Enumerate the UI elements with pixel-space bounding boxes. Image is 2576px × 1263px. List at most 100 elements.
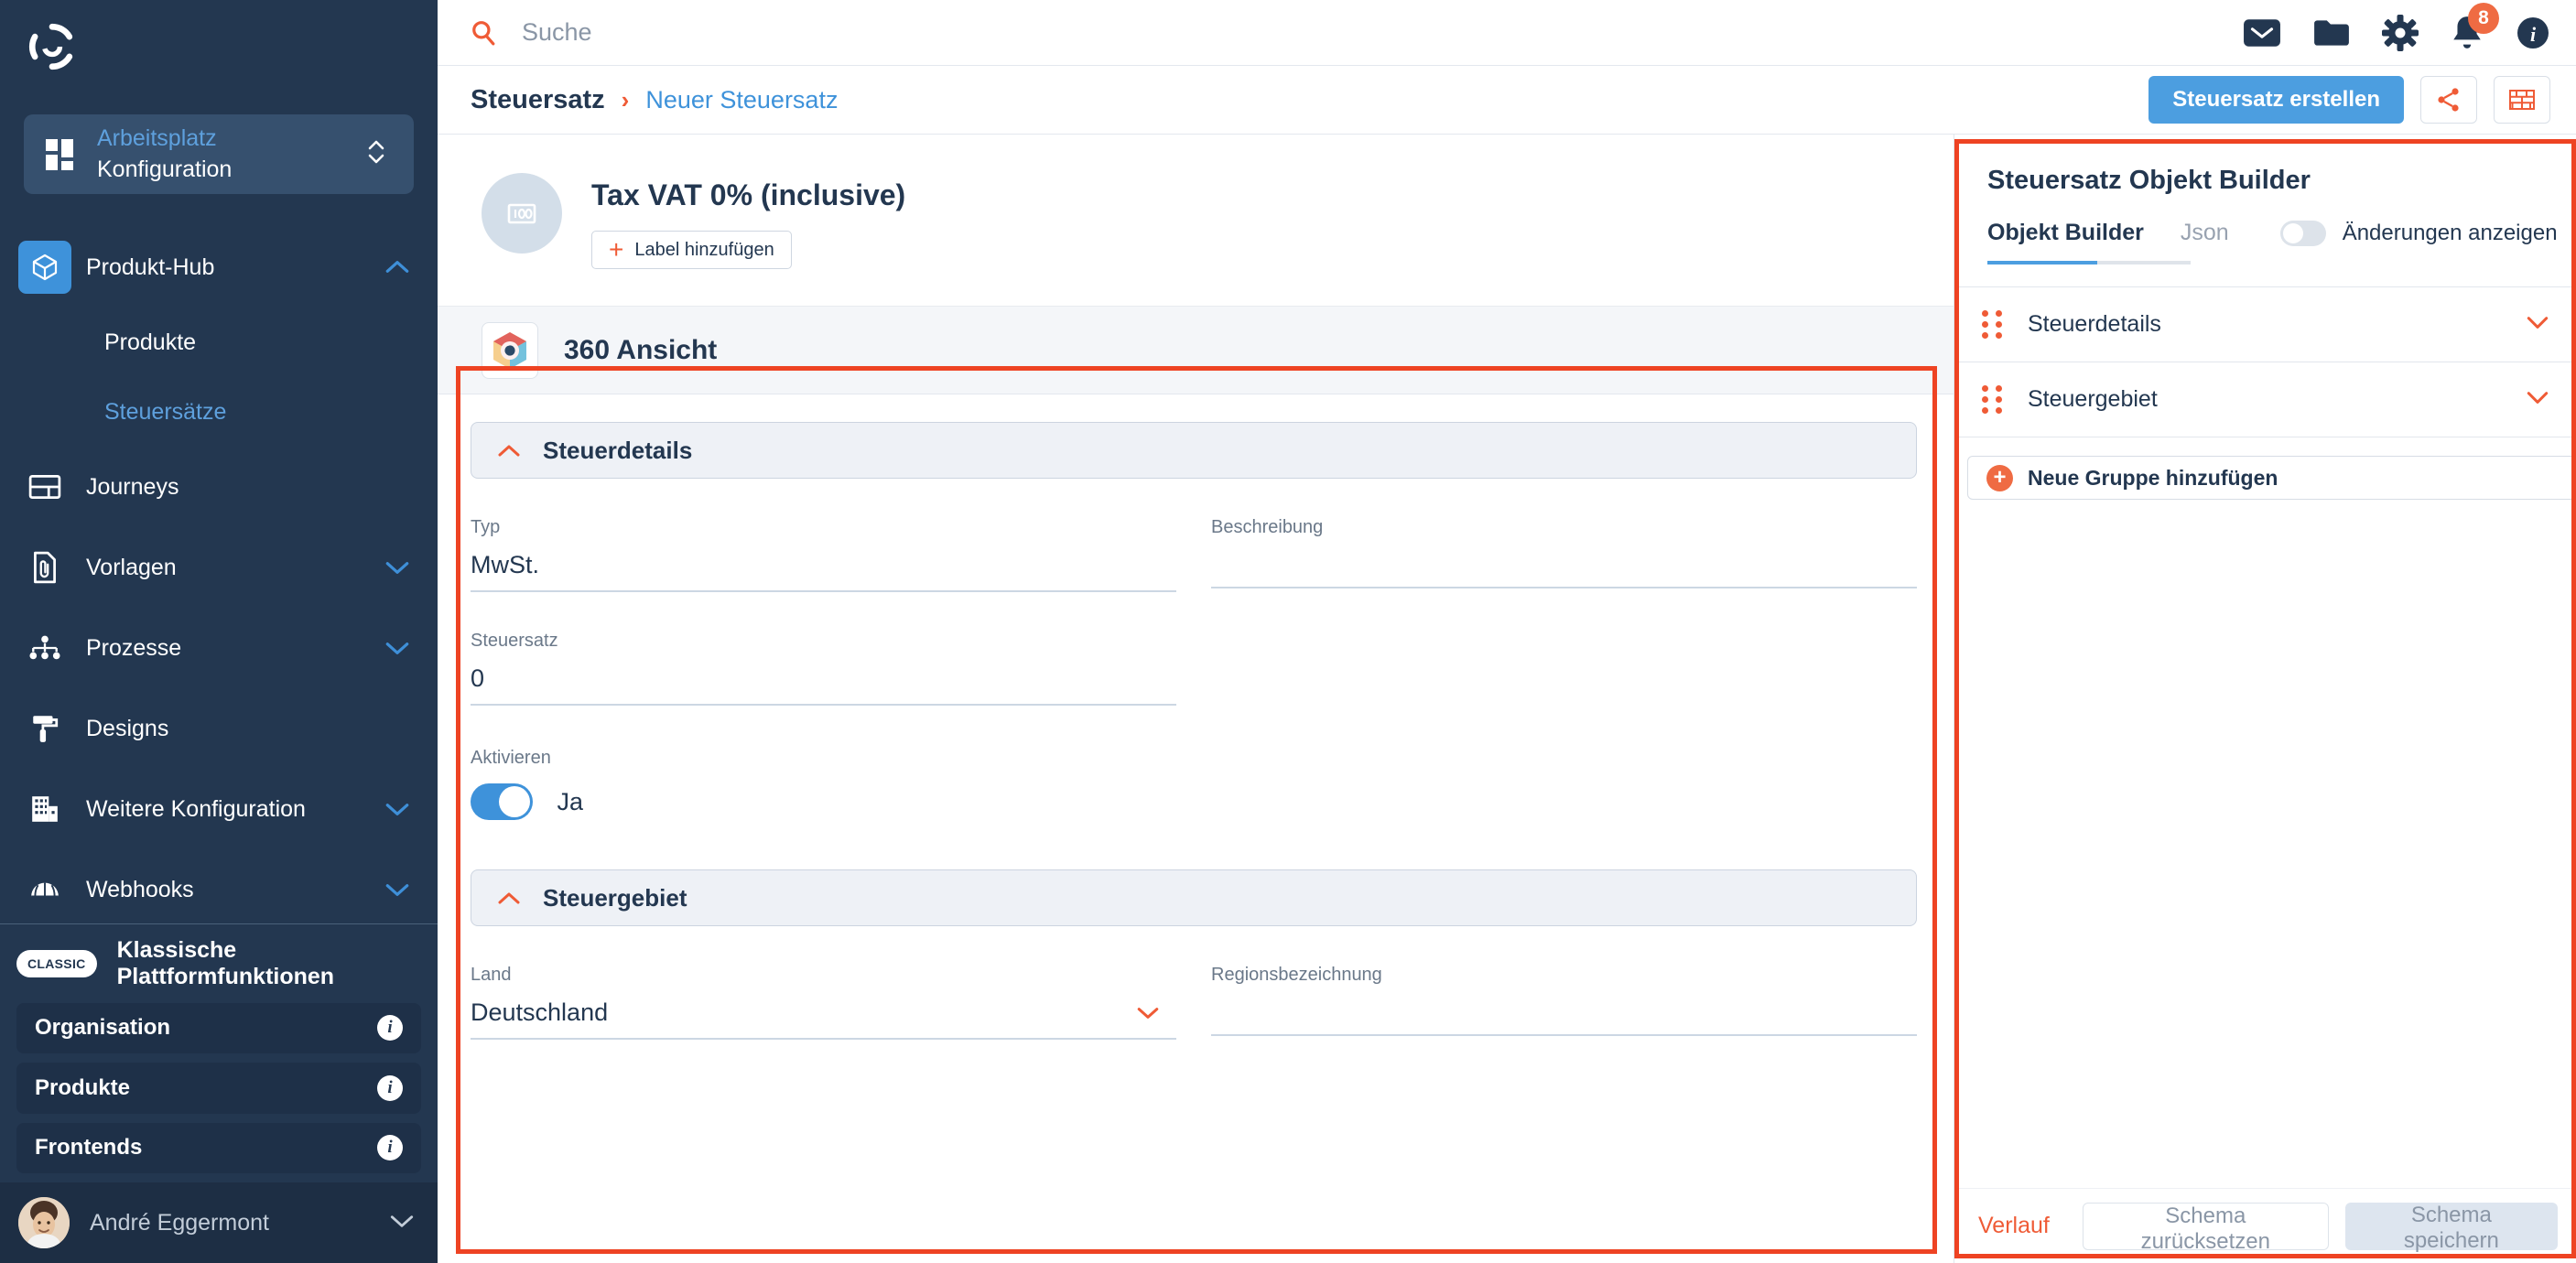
sidebar-item-produkte-classic[interactable]: Produkte i: [16, 1063, 421, 1114]
show-changes-toggle-wrap: Änderungen anzeigen: [2279, 220, 2558, 261]
toggle-state-label: Ja: [557, 787, 583, 815]
reset-schema-button[interactable]: Schema zurücksetzen: [2082, 1202, 2329, 1254]
sidebar-item-designs[interactable]: Designs: [0, 688, 438, 769]
view-title: 360 Ansicht: [564, 334, 718, 365]
chevron-down-icon[interactable]: [379, 639, 416, 657]
field-value[interactable]: [1211, 538, 1917, 588]
drag-handle-icon[interactable]: [1982, 385, 2002, 414]
show-changes-toggle[interactable]: [2279, 220, 2326, 246]
breadcrumb-root[interactable]: Steuersatz: [471, 85, 605, 115]
chevron-up-icon[interactable]: [379, 258, 416, 276]
svg-text:i: i: [2530, 23, 2537, 46]
classic-label: Klassische Plattformfunktionen: [116, 936, 335, 989]
sidebar-item-label: Vorlagen: [86, 554, 177, 580]
sidebar-item-label: Produkte: [35, 1074, 131, 1100]
sidebar-item-frontends[interactable]: Frontends i: [16, 1122, 421, 1173]
create-tax-rate-button[interactable]: Steuersatz erstellen: [2148, 76, 2404, 124]
app-root: Arbeitsplatz Konfiguration Produkt-Hub P…: [0, 0, 2576, 1263]
chevron-up-icon[interactable]: [497, 438, 521, 462]
record-info: Tax VAT 0% (inclusive) + Label hinzufüge…: [591, 173, 905, 269]
sidebar-item-webhooks[interactable]: Webhooks: [0, 849, 438, 923]
sidebar-item-produkte[interactable]: Produkte: [0, 308, 438, 377]
builder-group-list: Steuerdetails Steuergebiet: [1954, 286, 2576, 437]
field-steuersatz[interactable]: Steuersatz 0: [471, 631, 1176, 706]
chevron-down-icon[interactable]: [379, 558, 416, 577]
sidebar-item-label: Produkt-Hub: [86, 254, 215, 280]
page-title: Tax VAT 0% (inclusive): [591, 178, 906, 211]
field-value[interactable]: 0: [471, 652, 1176, 706]
chevron-down-icon[interactable]: [1136, 1006, 1160, 1025]
section-header-steuerdetails[interactable]: Steuerdetails: [471, 422, 1917, 479]
add-new-group-label: Neue Gruppe hinzufügen: [2028, 465, 2278, 490]
sidebar-nav: Produkt-Hub Produkte Steuersätze Journey…: [0, 227, 438, 923]
cube-icon-wrap: [18, 241, 71, 295]
toggle-knob: [499, 786, 530, 817]
sidebar-item-weitere-konfiguration[interactable]: Weitere Konfiguration: [0, 769, 438, 849]
field-regionsbezeichnung[interactable]: Regionsbezeichnung: [1211, 965, 1917, 1036]
search-icon: [471, 20, 496, 46]
brand-logo-icon: [28, 23, 73, 70]
chevron-down-icon[interactable]: [2525, 314, 2550, 335]
layout-icon: [18, 473, 71, 501]
gear-icon[interactable]: [2382, 14, 2419, 51]
group-label: Steuergebiet: [2028, 386, 2158, 412]
sidebar-item-journeys[interactable]: Journeys: [0, 447, 438, 527]
record-header: Tax VAT 0% (inclusive) + Label hinzufüge…: [438, 135, 1954, 307]
globe-icon: [18, 877, 71, 902]
chevron-down-icon[interactable]: [388, 1212, 416, 1235]
chevron-down-icon[interactable]: [2525, 389, 2550, 410]
tab-json[interactable]: Json: [2181, 220, 2229, 261]
field-value[interactable]: [1211, 986, 1917, 1036]
field-land[interactable]: Land Deutschland: [471, 965, 1176, 1040]
builder-group-steuergebiet[interactable]: Steuergebiet: [1954, 362, 2576, 437]
field-label: Beschreibung: [1211, 517, 1324, 537]
chevron-down-icon[interactable]: [379, 880, 416, 899]
plus-icon: +: [609, 235, 624, 264]
global-search[interactable]: [471, 18, 2243, 47]
info-icon[interactable]: i: [377, 1135, 403, 1161]
add-new-group-button[interactable]: + Neue Gruppe hinzufügen: [1967, 456, 2576, 500]
search-input[interactable]: [522, 18, 1071, 47]
section-header-steuergebiet[interactable]: Steuergebiet: [471, 869, 1917, 926]
field-typ[interactable]: Typ MwSt.: [471, 517, 1176, 592]
user-menu[interactable]: André Eggermont: [0, 1182, 438, 1263]
field-label: Aktivieren: [471, 748, 551, 768]
bell-icon[interactable]: 8: [2450, 2, 2499, 51]
sidebar-item-organisation[interactable]: Organisation i: [16, 1002, 421, 1054]
app-logo[interactable]: [0, 0, 438, 94]
share-icon[interactable]: [2420, 76, 2477, 124]
add-label-button[interactable]: + Label hinzufügen: [591, 231, 792, 269]
view-selector-row[interactable]: 360 Ansicht: [438, 307, 1954, 394]
field-beschreibung[interactable]: Beschreibung: [1211, 517, 1917, 588]
field-value[interactable]: MwSt.: [471, 538, 1176, 592]
drag-handle-icon[interactable]: [1982, 310, 2002, 339]
plus-circle-icon: +: [1986, 464, 2013, 491]
paint-roller-icon: [18, 713, 71, 744]
builder-title: Steuersatz Objekt Builder: [1987, 166, 2311, 195]
aktivieren-toggle[interactable]: [471, 783, 533, 820]
chevron-up-icon[interactable]: [497, 886, 521, 910]
info-icon[interactable]: i: [377, 1074, 403, 1101]
field-value[interactable]: Deutschland: [471, 986, 1176, 1040]
workspace-switcher[interactable]: Arbeitsplatz Konfiguration: [24, 114, 414, 195]
sidebar-item-steuersaetze[interactable]: Steuersätze: [0, 377, 438, 447]
tab-objekt-builder[interactable]: Objekt Builder: [1987, 220, 2144, 261]
chevron-down-icon[interactable]: [379, 800, 416, 818]
chevron-updown-icon[interactable]: [364, 136, 392, 172]
section-fields-steuerdetails: Typ MwSt. Steuersatz 0 Aktivieren Ja Bes…: [471, 479, 1917, 820]
fields-right-column: Beschreibung: [1211, 479, 1917, 820]
breadcrumb-leaf[interactable]: Neuer Steuersatz: [645, 86, 838, 114]
field-label: Typ: [471, 517, 501, 537]
info-icon[interactable]: i: [377, 1015, 403, 1042]
info-icon[interactable]: i: [2516, 16, 2550, 50]
classic-platform-header: CLASSIC Klassische Plattformfunktionen: [0, 924, 438, 1002]
builder-group-steuerdetails[interactable]: Steuerdetails: [1954, 287, 2576, 362]
sidebar-item-prozesse[interactable]: Prozesse: [0, 608, 438, 688]
brick-wall-icon[interactable]: [2494, 76, 2550, 124]
mail-icon[interactable]: [2243, 17, 2281, 49]
sidebar-item-label: Webhooks: [86, 876, 194, 902]
history-link[interactable]: Verlauf: [1978, 1213, 2050, 1239]
sidebar-item-vorlagen[interactable]: Vorlagen: [0, 527, 438, 608]
sidebar-item-produkt-hub[interactable]: Produkt-Hub: [0, 227, 438, 308]
folder-icon[interactable]: [2312, 17, 2351, 49]
